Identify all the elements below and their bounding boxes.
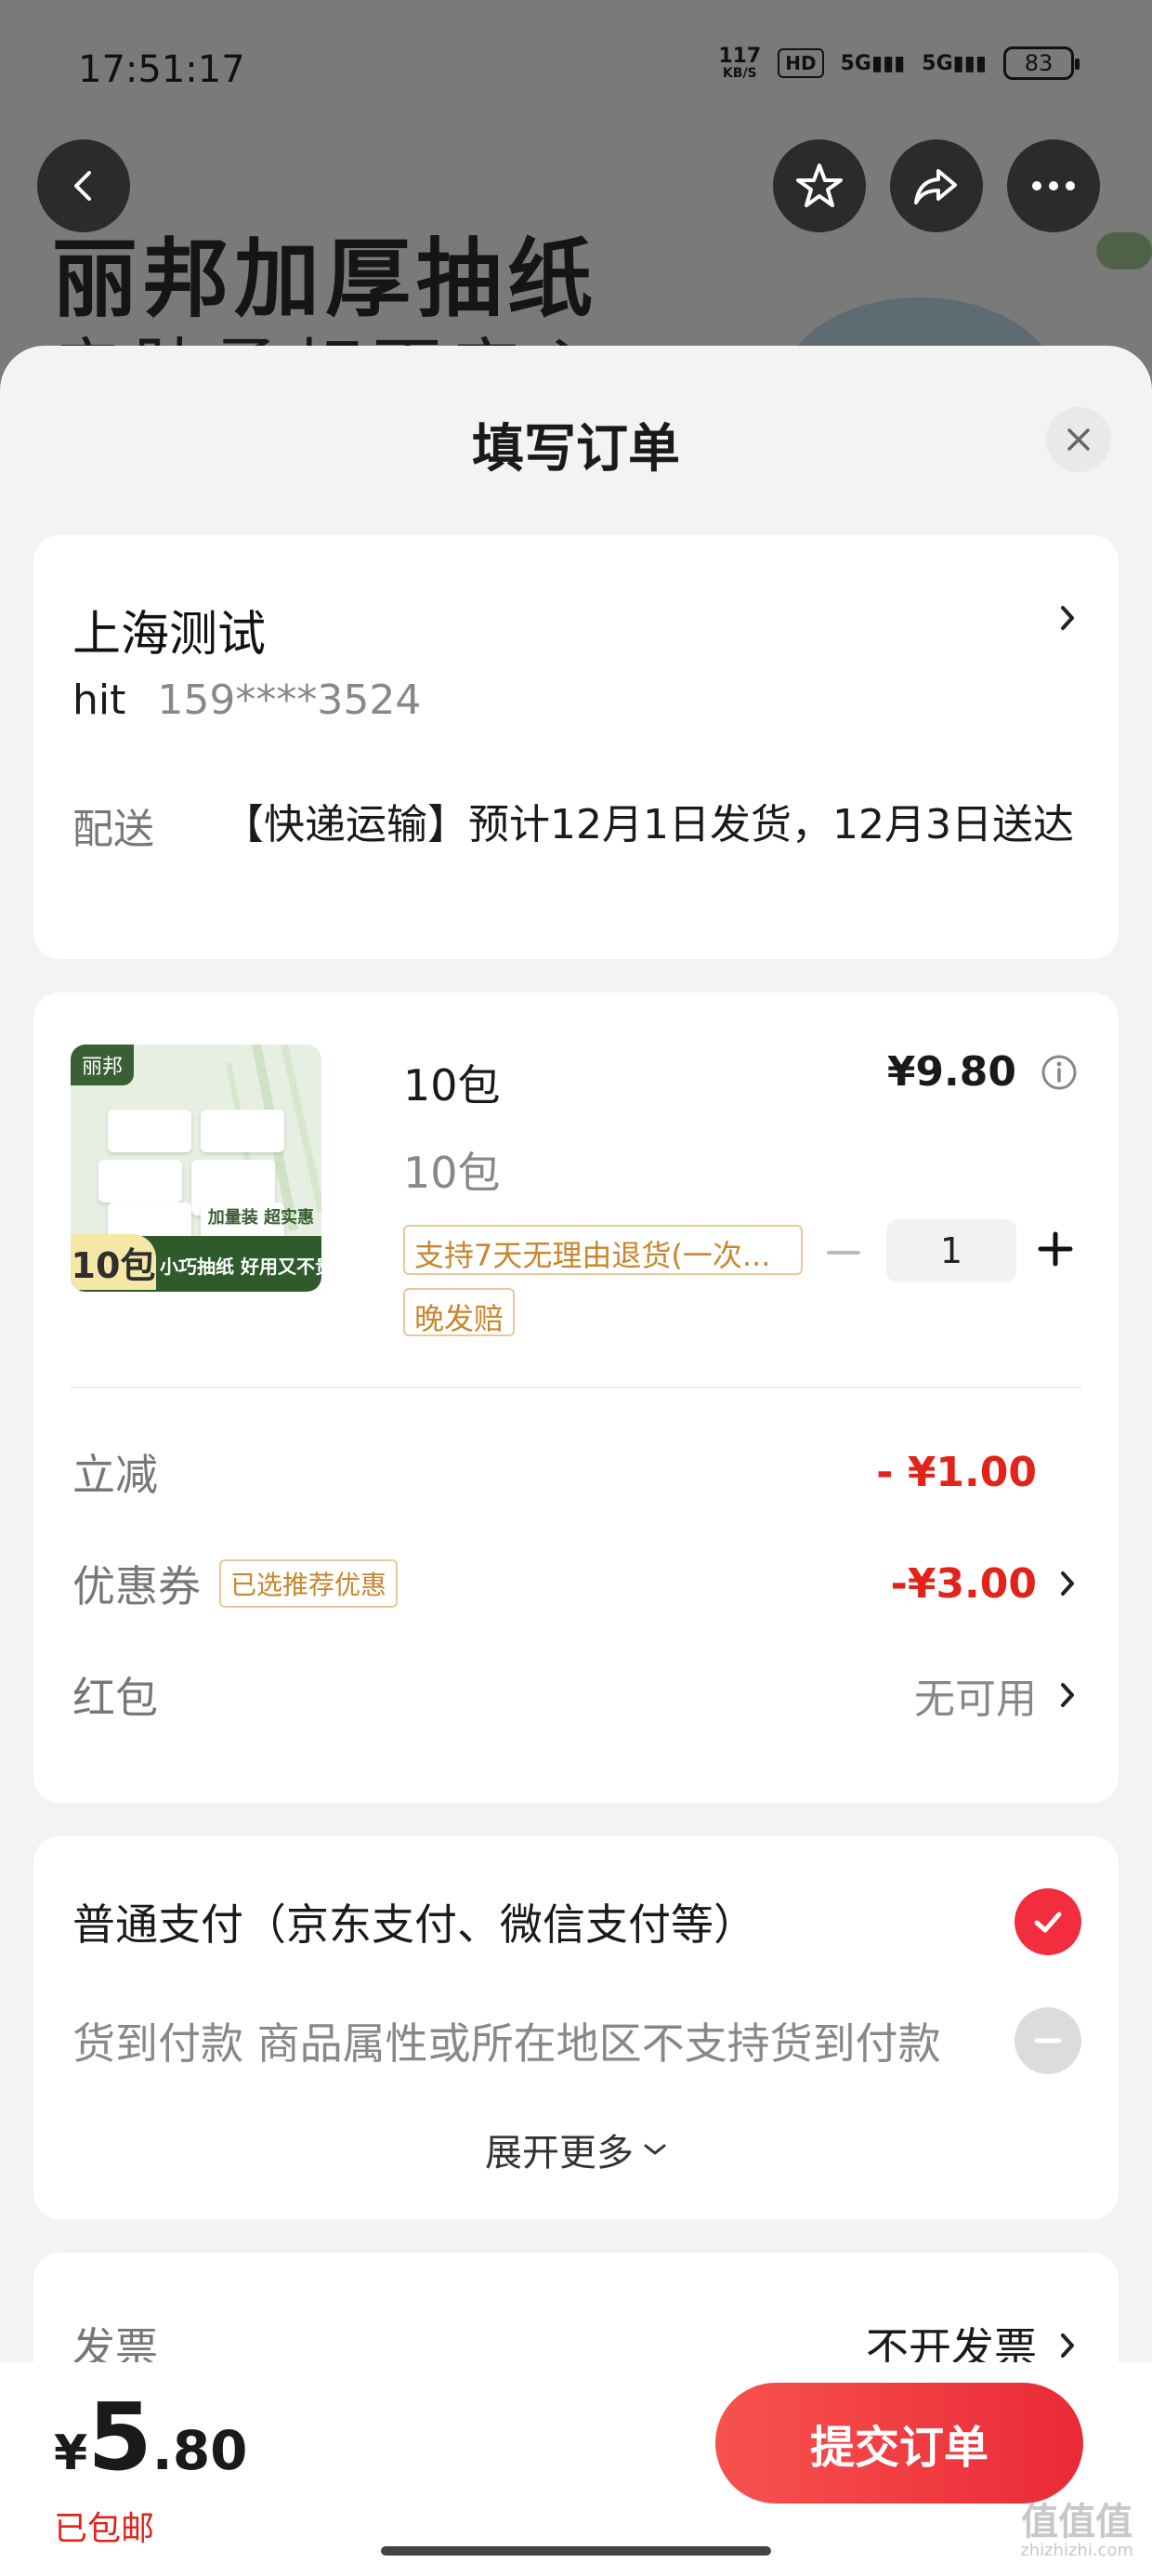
instant-discount-value: - ¥1.00 xyxy=(876,1448,1037,1496)
quantity-input[interactable]: 1 xyxy=(886,1219,1016,1282)
signal-icon: 5G▮▮▮ xyxy=(840,51,906,75)
quantity-decrease-button[interactable] xyxy=(825,1234,862,1271)
payment-option-cod-label: 货到付款 商品属性或所在地区不支持货到付款 xyxy=(72,2018,941,2069)
product-spec: 10包 xyxy=(403,1148,501,1198)
watermark: 值值值 zhizhizhi.com xyxy=(1020,2501,1133,2560)
share-button[interactable] xyxy=(890,139,983,232)
coupon-value: -¥3.00 xyxy=(890,1559,1037,1608)
red-packet-value: 无可用 xyxy=(914,1676,1037,1723)
product-image-tag: 加量装 超实惠 xyxy=(207,1208,314,1228)
red-packet-label: 红包 xyxy=(72,1673,158,1723)
checkout-bar: ¥ 5 .80 已包邮 提交订单 xyxy=(0,2362,1152,2576)
signal-icon: 5G▮▮▮ xyxy=(922,51,987,75)
product-brand-tag: 丽邦 xyxy=(71,1045,135,1085)
address-name: 上海测试 xyxy=(72,607,267,663)
disabled-icon xyxy=(1015,2007,1081,2074)
late-delivery-tag: 晚发赔 xyxy=(403,1288,516,1336)
payment-option-cod: 货到付款 商品属性或所在地区不支持货到付款 xyxy=(72,2004,1081,2078)
submit-order-button[interactable]: 提交订单 xyxy=(715,2383,1083,2504)
back-button[interactable] xyxy=(37,139,130,232)
product-price: ¥9.80 xyxy=(886,1048,1016,1096)
total-integer: 5 xyxy=(87,2383,152,2491)
product-card: 丽邦 加量装 超实惠 10包 小巧抽纸 好用又不贵 10包 10包 ¥9.80 … xyxy=(33,992,1119,1803)
chevron-down-icon xyxy=(644,2144,666,2155)
share-icon xyxy=(914,169,957,204)
product-pack-count: 10包 xyxy=(71,1234,156,1290)
close-icon xyxy=(1067,428,1090,451)
chevron-right-icon xyxy=(1061,2333,1074,2358)
product-slogan: 小巧抽纸 好用又不贵 xyxy=(160,1255,321,1278)
hd-icon: HD xyxy=(778,48,824,78)
instant-discount-label: 立减 xyxy=(72,1450,158,1500)
contact-phone: 159****3524 xyxy=(157,677,422,724)
sheet-header: 填写订单 xyxy=(0,346,1152,532)
payment-option-normal[interactable]: 普通支付（京东支付、微信支付等） xyxy=(72,1885,1081,1959)
check-icon xyxy=(1015,1888,1081,1955)
total-currency: ¥ xyxy=(54,2425,88,2481)
payment-card: 普通支付（京东支付、微信支付等） 货到付款 商品属性或所在地区不支持货到付款 展… xyxy=(33,1836,1119,2219)
order-sheet: 填写订单 上海测试 hit 159****3524 配送 【快递运输】预计12月… xyxy=(0,346,1152,2576)
close-button[interactable] xyxy=(1046,407,1111,472)
contact-name: hit xyxy=(72,677,126,724)
contact-line: hit 159****3524 xyxy=(72,677,421,724)
star-icon xyxy=(796,164,843,207)
shipping-estimate: 【快递运输】预计12月1日发货，12月3日送达 xyxy=(223,801,1074,848)
status-bar: 17:51:17 117 KB/S HD 5G▮▮▮ 5G▮▮▮ 83 xyxy=(0,0,1152,139)
product-thumbnail[interactable]: 丽邦 加量装 超实惠 10包 小巧抽纸 好用又不贵 xyxy=(71,1045,321,1292)
chevron-left-icon xyxy=(74,171,91,201)
favorite-button[interactable] xyxy=(773,139,866,232)
chevron-right-icon xyxy=(1061,606,1074,630)
free-shipping-note: 已包邮 xyxy=(54,2510,155,2548)
payment-option-normal-label: 普通支付（京东支付、微信支付等） xyxy=(72,1899,756,1950)
coupon-row[interactable]: 优惠券 已选推荐优惠 -¥3.00 xyxy=(72,1546,1078,1621)
divider xyxy=(71,1387,1081,1388)
network-speed: 117 KB/S xyxy=(718,45,762,81)
address-card[interactable]: 上海测试 hit 159****3524 配送 【快递运输】预计12月1日发货，… xyxy=(33,535,1119,959)
expand-more-label: 展开更多 xyxy=(485,2132,634,2175)
more-button[interactable] xyxy=(1007,139,1100,232)
more-dots-icon xyxy=(1032,181,1075,191)
quantity-increase-button[interactable] xyxy=(1037,1230,1074,1268)
sheet-title: 填写订单 xyxy=(472,419,680,480)
coupon-label: 优惠券 xyxy=(72,1561,201,1611)
info-icon[interactable] xyxy=(1041,1054,1078,1091)
status-time: 17:51:17 xyxy=(78,48,245,91)
chevron-right-icon xyxy=(1061,1571,1074,1596)
return-policy-tag: 支持7天无理由退货(一次... xyxy=(403,1225,803,1275)
instant-discount-row: 立减 - ¥1.00 xyxy=(72,1435,1078,1509)
home-indicator[interactable] xyxy=(381,2546,771,2556)
coupon-recommended-tag: 已选推荐优惠 xyxy=(219,1559,399,1608)
expand-more-button[interactable]: 展开更多 xyxy=(33,2123,1119,2176)
shipping-label: 配送 xyxy=(72,806,154,853)
battery-icon: 83 xyxy=(1003,46,1080,80)
status-indicators: 117 KB/S HD 5G▮▮▮ 5G▮▮▮ 83 xyxy=(718,45,1080,81)
order-total: ¥ 5 .80 xyxy=(54,2383,248,2491)
red-packet-row[interactable]: 红包 无可用 xyxy=(72,1658,1078,1732)
total-decimal: .80 xyxy=(151,2419,248,2482)
chevron-right-icon xyxy=(1061,1683,1074,1707)
product-name: 10包 xyxy=(403,1060,501,1111)
